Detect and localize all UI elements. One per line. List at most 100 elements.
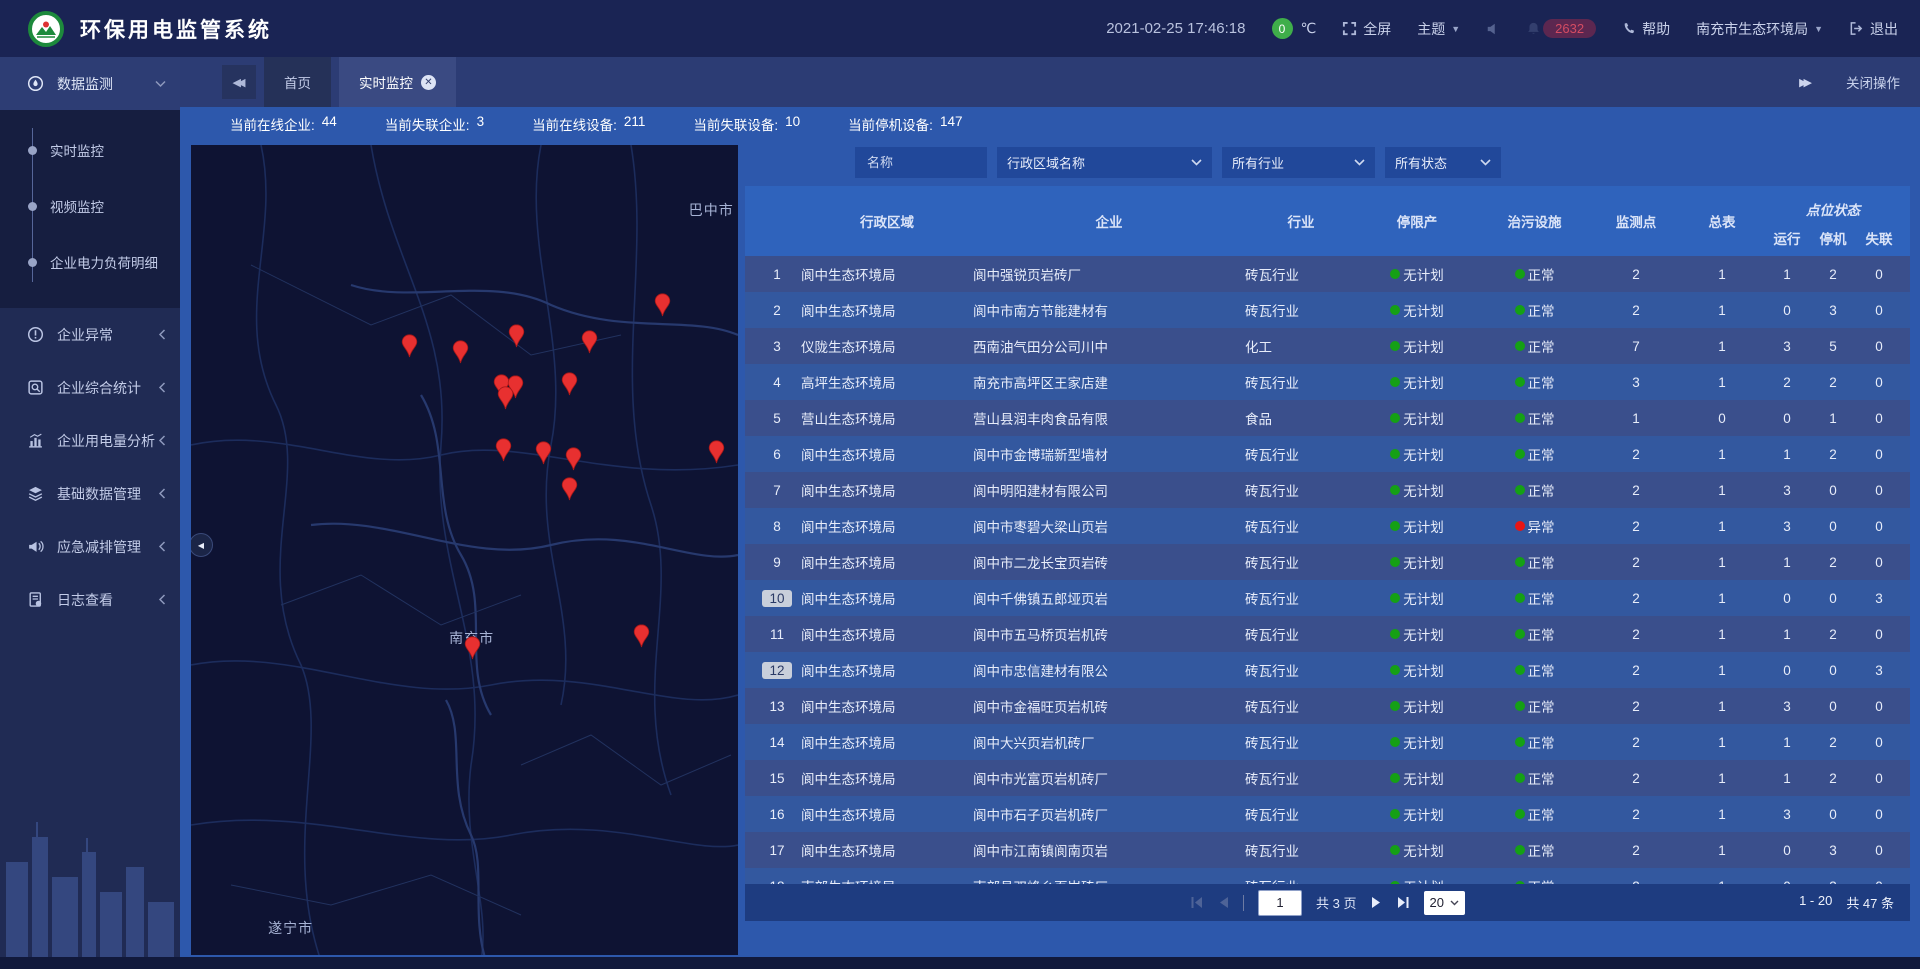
- logout-button[interactable]: 退出: [1849, 19, 1898, 39]
- row-number: 8: [773, 519, 781, 534]
- map-pin-icon[interactable]: [497, 386, 514, 410]
- cell-points: 7: [1592, 339, 1680, 354]
- map-pin-icon[interactable]: [561, 477, 578, 501]
- table-row[interactable]: 16 阆中生态环境局 阆中市石子页岩机砖厂 砖瓦行业 无计划 正常 2 1 3 …: [745, 796, 1910, 832]
- page-size-select[interactable]: 20: [1424, 891, 1465, 915]
- sound-toggle-button[interactable]: [1486, 22, 1500, 36]
- cell-lost: 0: [1856, 771, 1902, 786]
- cell-lost: 0: [1856, 699, 1902, 714]
- cell-stop: 2: [1810, 555, 1856, 570]
- temperature-value: 0: [1272, 18, 1293, 39]
- cell-meters: 1: [1680, 771, 1764, 786]
- table-row[interactable]: 1 阆中生态环境局 阆中强锐页岩砖厂 砖瓦行业 无计划 正常 2 1 1 2 0: [745, 256, 1910, 292]
- map-pin-icon[interactable]: [708, 440, 725, 464]
- prev-page-button[interactable]: [1218, 896, 1229, 909]
- cell-company: 阆中市光富页岩机砖厂: [973, 768, 1245, 788]
- cell-facility: 正常: [1477, 300, 1592, 320]
- col-facility: 治污设施: [1477, 186, 1592, 256]
- cell-region: 高坪生态环境局: [801, 372, 973, 392]
- map-pin-icon[interactable]: [495, 438, 512, 462]
- table-row[interactable]: 17 阆中生态环境局 阆中市江南镇阆南页岩 砖瓦行业 无计划 正常 2 1 0 …: [745, 832, 1910, 868]
- next-page-button[interactable]: [1371, 896, 1382, 909]
- status-filter-select[interactable]: 所有状态: [1385, 147, 1501, 178]
- map-pin-icon[interactable]: [401, 334, 418, 358]
- map-pin-icon[interactable]: [561, 372, 578, 396]
- cell-facility: 正常: [1477, 480, 1592, 500]
- region-filter-select[interactable]: 行政区域名称: [997, 147, 1212, 178]
- sidebar-group-2[interactable]: 企业综合统计: [0, 361, 180, 414]
- sidebar-item-0[interactable]: 实时监控: [0, 122, 180, 178]
- map-pin-icon[interactable]: [654, 293, 671, 317]
- sidebar-item-2[interactable]: 企业电力负荷明细: [0, 234, 180, 290]
- map-pin-icon[interactable]: [508, 324, 525, 348]
- status-dot: [1515, 521, 1525, 531]
- table-row[interactable]: 14 阆中生态环境局 阆中大兴页岩机砖厂 砖瓦行业 无计划 正常 2 1 1 2…: [745, 724, 1910, 760]
- name-filter-field[interactable]: [855, 147, 987, 178]
- cell-meters: 1: [1680, 735, 1764, 750]
- tabs-scroll-left-button[interactable]: ◀◀: [222, 65, 256, 99]
- table-row[interactable]: 10 阆中生态环境局 阆中千佛镇五郎垭页岩 砖瓦行业 无计划 正常 2 1 0 …: [745, 580, 1910, 616]
- table-row[interactable]: 4 高坪生态环境局 南充市高坪区王家店建 砖瓦行业 无计划 正常 3 1 2 2…: [745, 364, 1910, 400]
- name-filter-input[interactable]: [865, 154, 977, 171]
- first-page-button[interactable]: [1190, 896, 1204, 909]
- status-dot: [1515, 701, 1525, 711]
- temperature-unit: ℃: [1301, 20, 1317, 37]
- map-pin-icon[interactable]: [464, 636, 481, 660]
- map-pin-icon[interactable]: [535, 441, 552, 465]
- cell-run: 1: [1764, 447, 1810, 462]
- table-row[interactable]: 3 仪陇生态环境局 西南油气田分公司川中 化工 无计划 正常 7 1 3 5 0: [745, 328, 1910, 364]
- fullscreen-button[interactable]: 全屏: [1342, 19, 1391, 39]
- status-stat-label: 当前失联企业:: [385, 114, 470, 134]
- map-pin-icon[interactable]: [452, 340, 469, 364]
- page-number-input[interactable]: [1258, 890, 1302, 916]
- cell-region: 阆中生态环境局: [801, 588, 973, 608]
- cell-industry: 砖瓦行业: [1245, 480, 1357, 500]
- table-row[interactable]: 6 阆中生态环境局 阆中市金博瑞新型墙材 砖瓦行业 无计划 正常 2 1 1 2…: [745, 436, 1910, 472]
- row-number: 2: [773, 303, 781, 318]
- tabs-scroll-right-button[interactable]: ▶▶: [1799, 76, 1812, 89]
- sidebar-group-6[interactable]: 日志查看: [0, 573, 180, 626]
- row-number: 5: [773, 411, 781, 426]
- table-row[interactable]: 9 阆中生态环境局 阆中市二龙长宝页岩砖 砖瓦行业 无计划 正常 2 1 1 2…: [745, 544, 1910, 580]
- industry-filter-select[interactable]: 所有行业: [1222, 147, 1375, 178]
- sidebar-group-0[interactable]: 数据监测: [0, 57, 180, 110]
- map-pin-icon[interactable]: [565, 447, 582, 471]
- tab-1[interactable]: 实时监控 ✕: [339, 57, 456, 107]
- last-page-button[interactable]: [1396, 896, 1410, 909]
- sidebar-group-1[interactable]: 企业异常: [0, 308, 180, 361]
- cell-region: 阆中生态环境局: [801, 732, 973, 752]
- table-row[interactable]: 7 阆中生态环境局 阆中明阳建材有限公司 砖瓦行业 无计划 正常 2 1 3 0…: [745, 472, 1910, 508]
- org-dropdown[interactable]: 南充市生态环境局▼: [1696, 19, 1823, 39]
- tab-0[interactable]: 首页: [264, 57, 331, 107]
- cell-lost: 0: [1856, 375, 1902, 390]
- notifications-button[interactable]: 2632: [1526, 19, 1596, 38]
- help-button[interactable]: 帮助: [1622, 19, 1670, 39]
- sidebar-group-3[interactable]: 企业用电量分析: [0, 414, 180, 467]
- table-row[interactable]: 2 阆中生态环境局 阆中市南方节能建材有 砖瓦行业 无计划 正常 2 1 0 3…: [745, 292, 1910, 328]
- sidebar-item-1[interactable]: 视频监控: [0, 178, 180, 234]
- table-row[interactable]: 5 营山生态环境局 营山县润丰肉食品有限 食品 无计划 正常 1 0 0 1 0: [745, 400, 1910, 436]
- map-pin-icon[interactable]: [581, 330, 598, 354]
- cell-region: 阆中生态环境局: [801, 300, 973, 320]
- cell-industry: 砖瓦行业: [1245, 264, 1357, 284]
- table-row[interactable]: 15 阆中生态环境局 阆中市光富页岩机砖厂 砖瓦行业 无计划 正常 2 1 1 …: [745, 760, 1910, 796]
- table-row[interactable]: 12 阆中生态环境局 阆中市忠信建材有限公 砖瓦行业 无计划 正常 2 1 0 …: [745, 652, 1910, 688]
- cell-stop: 2: [1810, 375, 1856, 390]
- bullet-icon: [28, 146, 37, 155]
- table-row[interactable]: 8 阆中生态环境局 阆中市枣碧大梁山页岩 砖瓦行业 无计划 异常 2 1 3 0…: [745, 508, 1910, 544]
- map-panel[interactable]: 巴中市南充市遂宁市 ◀: [191, 145, 738, 955]
- theme-dropdown[interactable]: 主题▼: [1417, 19, 1460, 39]
- cell-facility: 正常: [1477, 552, 1592, 572]
- bullet-icon: [28, 202, 37, 211]
- cell-meters: 1: [1680, 519, 1764, 534]
- cell-industry: 砖瓦行业: [1245, 840, 1357, 860]
- close-operations-button[interactable]: 关闭操作: [1846, 72, 1900, 92]
- sidebar-group-4[interactable]: 基础数据管理: [0, 467, 180, 520]
- row-number: 9: [773, 555, 781, 570]
- status-dot: [1390, 557, 1400, 567]
- tab-close-icon[interactable]: ✕: [421, 75, 436, 90]
- table-row[interactable]: 13 阆中生态环境局 阆中市金福旺页岩机砖 砖瓦行业 无计划 正常 2 1 3 …: [745, 688, 1910, 724]
- table-row[interactable]: 11 阆中生态环境局 阆中市五马桥页岩机砖 砖瓦行业 无计划 正常 2 1 1 …: [745, 616, 1910, 652]
- sidebar-group-5[interactable]: 应急减排管理: [0, 520, 180, 573]
- map-pin-icon[interactable]: [633, 624, 650, 648]
